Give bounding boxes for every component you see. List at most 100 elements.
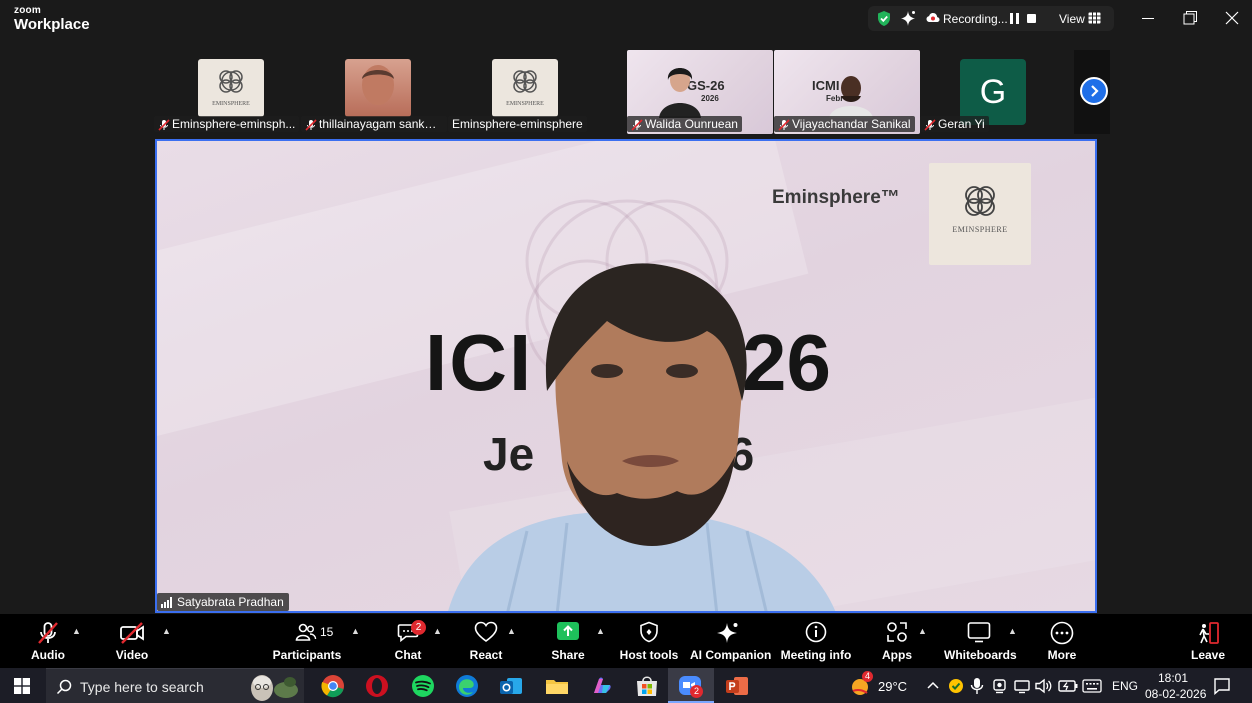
participant-thumbnail[interactable]: EMINSPHERE Eminsphere-eminsphere <box>448 50 594 134</box>
stop-recording-button[interactable] <box>1027 14 1036 23</box>
chevron-up-icon[interactable] <box>926 680 940 690</box>
outlook-taskbar-icon[interactable] <box>498 673 524 699</box>
ai-companion-spark-icon[interactable] <box>900 10 916 27</box>
brand-workplace-text: Workplace <box>14 16 90 33</box>
notifications-icon[interactable] <box>1213 677 1231 695</box>
participant-name: Geran Yi <box>938 117 985 131</box>
next-page-button[interactable] <box>1080 77 1108 105</box>
restore-window-button[interactable] <box>1178 8 1202 28</box>
participant-thumbnail-video[interactable]: ICMI 26 Febr Vijayachandar Sanikal <box>774 50 920 134</box>
brand-zoom-text: zoom <box>14 5 41 16</box>
network-tray-icon[interactable] <box>1014 678 1030 694</box>
video-options-caret-icon[interactable]: ▲ <box>162 626 171 636</box>
file-explorer-taskbar-icon[interactable] <box>544 673 570 699</box>
spotify-taskbar-icon[interactable] <box>410 673 436 699</box>
camera-tray-icon[interactable] <box>992 678 1008 694</box>
svg-text:EMINSPHERE: EMINSPHERE <box>212 101 250 107</box>
opera-taskbar-icon[interactable] <box>364 673 390 699</box>
apps-options-caret-icon[interactable]: ▲ <box>918 626 927 636</box>
search-highlight-illustration <box>251 675 298 701</box>
eminsphere-logo-mark <box>965 186 995 216</box>
chevron-right-icon <box>1091 85 1099 97</box>
taskbar-clock-time[interactable]: 18:01 <box>1158 671 1188 685</box>
ai-companion-button[interactable]: AI Companion <box>690 614 771 668</box>
encryption-shield-icon[interactable] <box>876 10 892 27</box>
react-heart-icon <box>474 621 498 642</box>
title-bar: zoom Workplace Recording... View <box>0 0 1252 40</box>
chat-button[interactable]: Chat <box>384 614 432 668</box>
participant-name: Eminsphere-eminsphere <box>452 117 583 131</box>
windows-taskbar: Type here to search 2 4 29°C ENG 18:01 0… <box>0 668 1252 703</box>
share-options-caret-icon[interactable]: ▲ <box>596 626 605 636</box>
zoom-taskbar-badge: 2 <box>690 685 703 698</box>
apps-label: Apps <box>882 648 912 662</box>
windows-start-icon[interactable] <box>14 678 30 694</box>
leave-button[interactable]: Leave <box>1186 614 1230 668</box>
keyboard-tray-icon[interactable] <box>1082 679 1102 693</box>
svg-text:EMINSPHERE: EMINSPHERE <box>506 101 544 107</box>
more-button[interactable]: More <box>1040 614 1084 668</box>
chrome-taskbar-icon[interactable] <box>320 673 346 699</box>
react-button[interactable]: React <box>462 614 510 668</box>
edge-taskbar-icon[interactable] <box>454 673 480 699</box>
participants-button[interactable]: Participants <box>272 614 342 668</box>
eminsphere-logo-avatar: EMINSPHERE <box>492 59 558 117</box>
host-tools-label: Host tools <box>619 648 679 662</box>
participant-thumbnail[interactable]: G Geran Yi <box>920 50 1030 134</box>
participant-thumbnail[interactable]: thillainayagam sankar... <box>301 50 447 134</box>
muted-mic-icon <box>305 119 317 131</box>
microphone-tray-icon[interactable] <box>970 677 984 695</box>
battery-tray-icon[interactable] <box>1058 679 1078 693</box>
participants-icon <box>295 623 317 641</box>
participants-options-caret-icon[interactable]: ▲ <box>351 626 360 636</box>
view-grid-icon[interactable] <box>1088 12 1101 24</box>
microsoft-store-taskbar-icon[interactable] <box>634 673 660 699</box>
volume-tray-icon[interactable] <box>1035 678 1053 694</box>
app-brand: zoom Workplace <box>14 5 90 33</box>
participant-thumbnail[interactable]: EMINSPHERE Eminsphere-eminsph... <box>154 50 300 134</box>
copilot-taskbar-icon[interactable] <box>589 673 615 699</box>
participant-name: Walida Ounruean <box>645 117 738 131</box>
audio-options-caret-icon[interactable]: ▲ <box>72 626 81 636</box>
norton-tray-icon[interactable] <box>948 678 964 694</box>
input-language[interactable]: ENG <box>1112 679 1138 693</box>
signal-strength-icon <box>161 597 172 608</box>
leave-door-icon <box>1199 622 1219 644</box>
weather-temperature[interactable]: 29°C <box>878 679 907 694</box>
participant-name-tag: Vijayachandar Sanikal <box>774 116 915 132</box>
participant-name-tag: Walida Ounruean <box>627 116 742 132</box>
share-button[interactable]: Share <box>544 614 592 668</box>
participant-thumbnail-strip: EMINSPHERE Eminsphere-eminsph... thillai… <box>154 50 1110 134</box>
participant-name-tag: thillainayagam sankar... <box>301 116 447 132</box>
taskbar-clock-date[interactable]: 08-02-2026 <box>1145 687 1206 701</box>
minimize-button[interactable] <box>1136 8 1160 28</box>
shield-icon <box>640 621 658 643</box>
whiteboards-button[interactable]: Whiteboards <box>944 614 1017 668</box>
active-speaker-video[interactable]: Eminsphere™ EMINSPHERE ICI 26 Je 26 Saty… <box>155 139 1097 613</box>
more-dots-icon <box>1050 621 1074 645</box>
participant-name-tag: Eminsphere-eminsphere <box>448 116 587 132</box>
slide-brand-text: Eminsphere™ <box>772 187 900 208</box>
react-label: React <box>469 648 503 662</box>
audio-button[interactable]: Audio <box>22 614 74 668</box>
close-window-button[interactable] <box>1220 8 1244 28</box>
video-button[interactable]: Video <box>106 614 158 668</box>
react-options-caret-icon[interactable]: ▲ <box>507 626 516 636</box>
slide-logo: EMINSPHERE <box>929 163 1031 265</box>
chat-options-caret-icon[interactable]: ▲ <box>433 626 442 636</box>
view-button[interactable]: View <box>1059 12 1085 26</box>
participants-count: 15 <box>320 625 334 639</box>
participant-thumbnail-video[interactable]: GS-26 2026 Walida Ounruean <box>627 50 773 134</box>
host-tools-button[interactable]: Host tools <box>618 614 680 668</box>
whiteboards-options-caret-icon[interactable]: ▲ <box>1008 626 1017 636</box>
recording-label: Recording... <box>943 12 1008 26</box>
taskbar-search-box[interactable]: Type here to search <box>46 668 304 703</box>
info-icon <box>805 621 827 643</box>
video-off-icon <box>120 622 144 644</box>
powerpoint-taskbar-icon[interactable] <box>724 673 750 699</box>
apps-button[interactable]: Apps <box>874 614 920 668</box>
participant-name-tag: Eminsphere-eminsph... <box>154 116 300 132</box>
meeting-info-button[interactable]: Meeting info <box>780 614 852 668</box>
pause-recording-button[interactable] <box>1010 13 1019 24</box>
muted-mic-icon <box>38 622 58 644</box>
